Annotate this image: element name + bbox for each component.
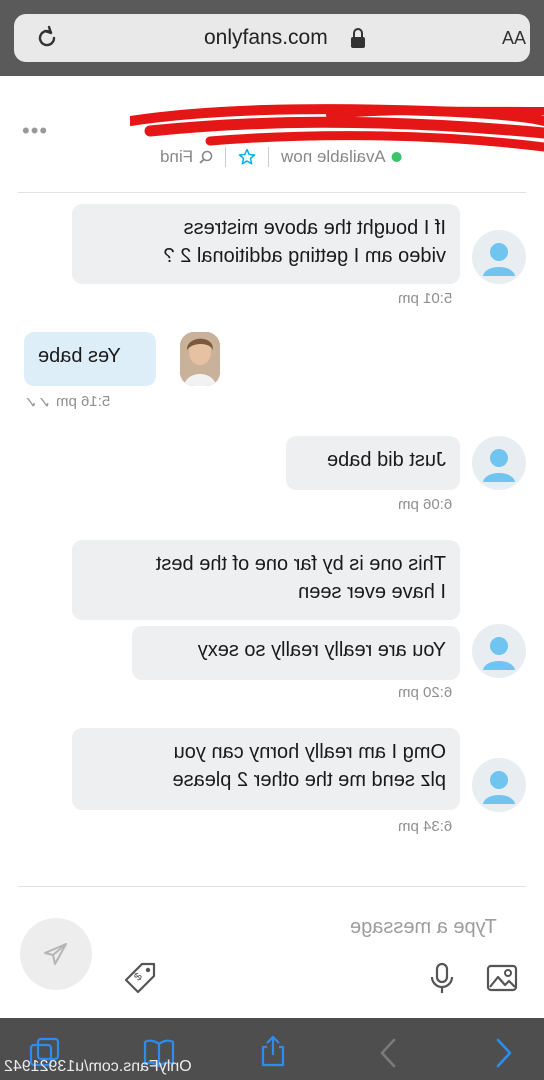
message-text: This one is by far one of the best [155,553,446,575]
message-time: 6:06 pm [398,496,453,513]
user-icon [483,637,515,670]
online-dot-icon [391,152,402,162]
message-time: 6:34 pm [398,818,453,835]
message-text: You are really really so sexy [197,639,446,661]
share-icon [261,1035,285,1067]
url-field[interactable]: onlyfans.com AA [14,14,530,62]
message-bubble: Yes babe [24,332,156,386]
divider [18,886,526,887]
message-text: Just did babe [327,449,446,471]
divider [268,147,270,167]
message-text: video am I getting additional 2 ? [163,245,446,267]
price-tag-icon[interactable]: $ [122,960,158,996]
lock-icon [351,28,365,48]
fan-avatar[interactable] [472,624,526,678]
message-text: Yes babe [38,345,121,367]
message-bubble: This one is by far one of the best I hav… [72,540,460,620]
message-time: 6:20 pm [398,684,453,701]
message-time: 5:01 pm [398,290,453,307]
forward-button[interactable] [486,1036,520,1070]
message-text: If I bought the above mistress [183,217,446,239]
user-icon [483,771,515,804]
message-text: Omg I am really horny can you [173,741,446,763]
page-url-overlay: OnlyFans.com/u13921942 [4,1058,192,1075]
image-icon[interactable] [484,960,520,996]
search-icon [199,150,213,164]
message-text: plz send me the other 2 please [172,769,446,791]
message-bubble: If I bought the above mistress video am … [72,204,460,284]
user-icon [483,449,515,482]
fan-avatar[interactable] [472,230,526,284]
browser-address-bar: onlyfans.com AA [0,0,544,76]
star-icon[interactable] [238,148,256,166]
message-bubble: Omg I am really horny can you plz send m… [72,728,460,810]
find-label: Find [160,147,194,166]
more-options-icon[interactable]: ••• [22,118,48,144]
header-actions: Find Available now [160,145,402,169]
message-bubble: You are really really so sexy [132,626,460,680]
message-time: 5:16 pm [56,393,111,410]
send-icon [44,943,67,965]
find-button[interactable]: Find [160,147,213,167]
chevron-right-icon [496,1038,512,1068]
url-text: onlyfans.com [204,26,328,49]
fan-avatar[interactable] [472,758,526,812]
divider [18,192,526,193]
message-input[interactable]: Type a message [350,916,497,939]
availability-status: Available now [281,147,402,167]
creator-avatar[interactable] [180,332,220,386]
read-receipt-icon: ✓✓ [24,395,51,412]
status-text: Available now [281,147,386,166]
back-button[interactable] [372,1036,406,1070]
fan-avatar[interactable] [472,436,526,490]
divider [225,147,227,167]
reload-icon[interactable] [34,25,60,51]
message-text: I have ever seen [298,581,446,603]
svg-text:$: $ [132,971,145,984]
send-button[interactable] [20,918,92,990]
text-size-button[interactable]: AA [502,28,526,49]
browser-toolbar: OnlyFans.com/u13921942 [0,1018,544,1080]
chevron-left-icon [380,1038,396,1068]
share-button[interactable] [256,1034,290,1068]
avatar-photo [180,332,220,386]
microphone-icon[interactable] [424,960,460,996]
message-bubble: Just did babe [286,436,460,490]
user-icon [483,243,515,276]
